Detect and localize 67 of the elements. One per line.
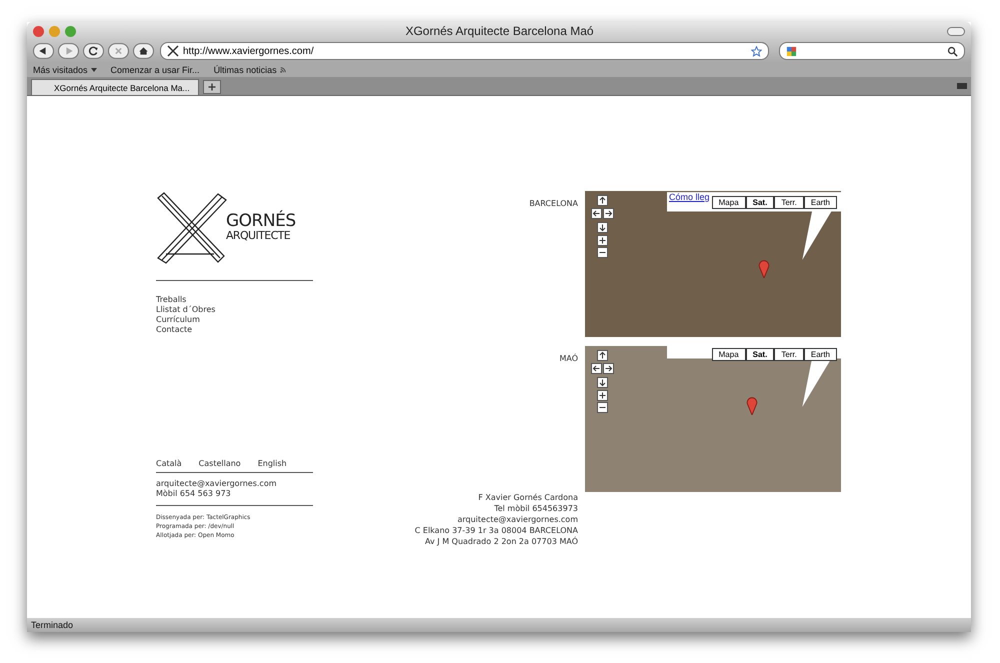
map-photo[interactable]: Cómo lleg Mapa Sat. Terr. Earth [585,191,841,337]
pan-right-icon[interactable] [603,208,614,219]
map-type-button[interactable]: Terr. [774,196,804,209]
map-type-button[interactable]: Earth [804,196,837,209]
url-text[interactable]: http://www.xaviergornes.com/ [183,46,747,56]
map-type-button[interactable]: Mapa [712,348,746,361]
forward-icon[interactable] [58,43,79,59]
pan-down-icon[interactable] [597,222,608,233]
contact-text: arquitecte@xaviergornes.com [156,479,278,489]
reload-icon[interactable] [83,43,104,59]
map-pin-icon [746,396,758,415]
zoom-out-icon[interactable] [597,247,608,258]
language-link[interactable]: Català [156,459,182,468]
home-icon[interactable] [133,43,154,59]
url-field[interactable]: http://www.xaviergornes.com/ [160,42,769,60]
address-text: F Xavier Gornés Cardona [478,492,578,503]
search-engine-icon[interactable] [786,46,797,56]
address-text: Av J M Quadrado 2 2on 2a 07703 MAÓ [425,536,578,547]
pan-up-icon[interactable] [597,350,608,361]
zoom-out-icon[interactable] [597,402,608,413]
back-icon[interactable] [33,43,54,59]
zoom-in-icon[interactable] [597,235,608,246]
bookmark-item[interactable]: Más visitados [33,64,88,74]
map-pin-icon [758,259,770,278]
pan-left-icon[interactable] [591,208,602,219]
toolbar-toggle-icon[interactable] [947,26,965,36]
site-icon [167,45,179,57]
window-title: XGornés Arquitecte Barcelona Maó [404,24,595,38]
city-label: BARCELONA [528,199,578,208]
directions-link[interactable]: Cómo lleg [669,192,710,202]
address-text: C Elkano 37-39 1r 3a 08004 BARCELONA [414,525,578,536]
close-icon[interactable] [33,26,44,36]
zoom-in-icon[interactable] [597,390,608,401]
city-label: MAÓ [558,354,578,363]
nav-link[interactable]: Llistat d´Obres [156,305,313,315]
nav-link[interactable]: Currículum [156,315,313,325]
status-bar: Terminado [27,618,971,632]
bookmark-star-icon[interactable] [751,46,762,56]
search-icon[interactable] [947,46,958,56]
new-tab-button[interactable] [202,80,221,94]
nav-link[interactable]: Treballs [156,295,313,305]
logo-wordmark: GORNÉS [226,212,296,230]
map-type-button[interactable]: Sat. [746,196,774,209]
map-type-button[interactable]: Earth [804,348,837,361]
language-link[interactable]: Castellano [198,459,241,468]
search-field[interactable] [779,42,965,60]
address-text: Tel mòbil 654563973 [494,503,578,514]
nav-link[interactable]: Contacte [156,325,313,335]
map-type-button[interactable]: Sat. [746,348,774,361]
contact-text: Mòbil 654 563 973 [156,489,232,499]
pan-left-icon[interactable] [591,363,602,374]
pan-down-icon[interactable] [597,377,608,388]
bookmark-item[interactable]: Últimas noticias [214,64,277,74]
language-link[interactable]: English [258,459,287,468]
browser-tab[interactable]: XGornés Arquitecte Barcelona Ma... [31,79,199,95]
map-photo[interactable]: Mapa Sat. Terr. Earth [585,346,841,492]
address-text: arquitecte@xaviergornes.com [457,514,578,525]
dropdown-caret-icon[interactable] [90,66,97,72]
pan-up-icon[interactable] [597,195,608,206]
map-type-button[interactable]: Mapa [712,196,746,209]
pan-right-icon[interactable] [603,363,614,374]
map-type-button[interactable]: Terr. [774,348,804,361]
logo-x-drawing [156,192,228,264]
bookmark-item[interactable]: Comenzar a usar Fir... [110,64,200,74]
feed-icon[interactable] [280,66,286,72]
stop-icon[interactable] [108,43,129,59]
logo-subtitle: ARQUITECTE [226,230,292,242]
